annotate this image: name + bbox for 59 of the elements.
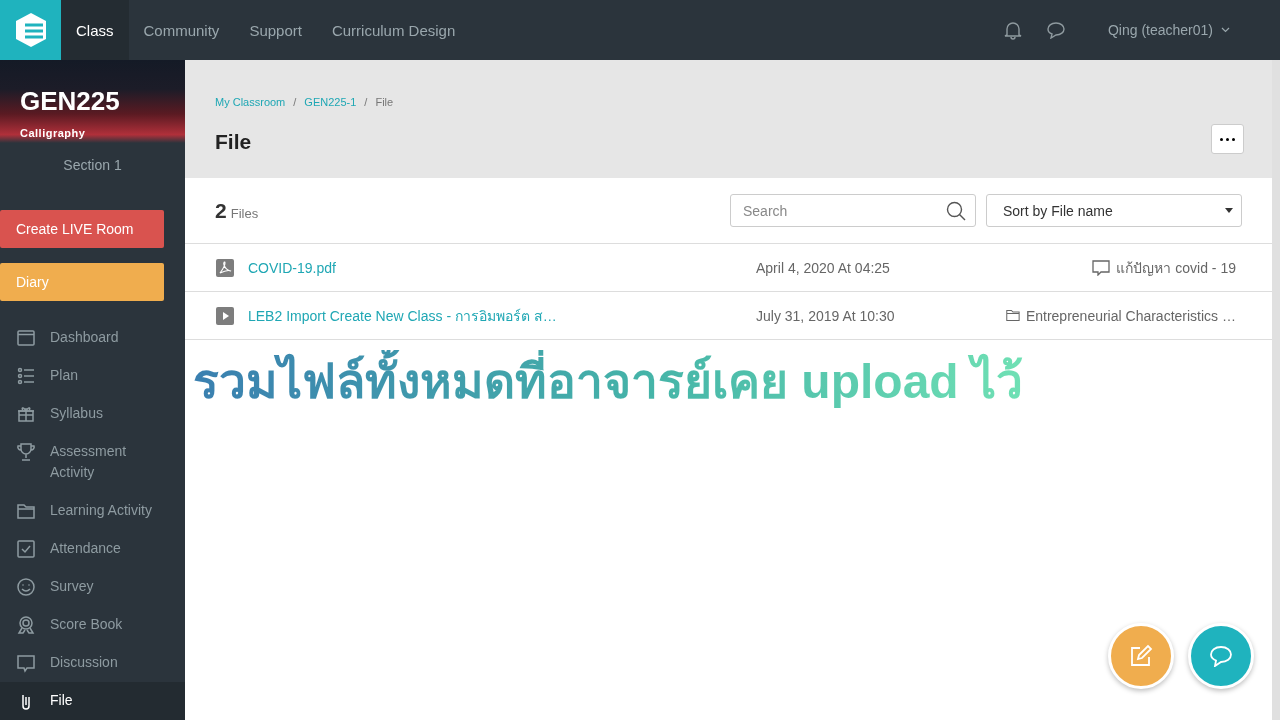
nav-tab[interactable]: Class — [61, 0, 129, 60]
sidebar-item[interactable]: Attendance — [0, 530, 185, 568]
course-code: GEN225 — [20, 86, 120, 117]
user-menu[interactable]: Qing (teacher01) — [1107, 22, 1230, 38]
pdf-file-icon — [216, 258, 234, 277]
sidebar-item[interactable]: Plan — [0, 357, 185, 395]
folder-icon — [16, 501, 36, 521]
rosette-icon — [16, 615, 36, 635]
gift-icon — [16, 404, 36, 424]
dashboard-icon — [16, 328, 36, 348]
sidebar-item[interactable]: Discussion — [0, 644, 185, 682]
more-button[interactable] — [1211, 124, 1244, 154]
breadcrumb-link[interactable]: My Classroom — [215, 96, 286, 108]
search-field[interactable]: Search — [730, 194, 976, 227]
sidebar-item[interactable]: File — [0, 682, 185, 720]
chat-icon[interactable] — [1045, 21, 1066, 39]
file-date: July 31, 2019 At 10:30 — [756, 307, 896, 324]
live-room-button[interactable]: Create LIVE Room — [0, 210, 164, 248]
sidebar-item[interactable]: Score Book — [0, 606, 185, 644]
course-name: Calligraphy — [20, 127, 86, 139]
breadcrumb-link[interactable]: GEN225-1 — [304, 96, 357, 108]
chevron-down-icon — [1221, 27, 1230, 33]
chat-icon — [1209, 645, 1233, 667]
smiley-icon — [16, 577, 36, 597]
file-link[interactable]: LEB2 Import Create New Class - การอิมพอร์ต ส… — [248, 304, 756, 327]
nav-tab[interactable]: Curriculum Design — [316, 0, 471, 60]
breadcrumb-current: File — [375, 96, 394, 108]
sidebar-item[interactable]: Learning Activity — [0, 492, 185, 530]
chat-fab[interactable] — [1188, 623, 1254, 689]
speech-bubble-icon — [16, 653, 36, 673]
list-icon — [16, 366, 36, 386]
file-link[interactable]: COVID-19.pdf — [248, 259, 756, 276]
section-label: Section 1 — [63, 157, 122, 173]
trophy-icon — [16, 442, 36, 462]
nav-tab[interactable]: Support — [234, 0, 317, 60]
page-title: File — [215, 130, 252, 154]
bell-icon[interactable] — [1003, 20, 1022, 40]
sidebar-item[interactable]: Dashboard — [0, 319, 185, 357]
breadcrumb-separator: / — [293, 96, 297, 108]
file-date: April 4, 2020 At 04:25 — [756, 259, 891, 276]
file-count-label: Files — [230, 205, 259, 221]
sidebar-item[interactable]: Survey — [0, 568, 185, 606]
search-icon[interactable] — [946, 201, 966, 221]
ellipsis-icon — [1220, 137, 1235, 141]
sort-dropdown[interactable]: Sort by File name — [986, 194, 1242, 227]
file-location[interactable]: Entrepreneurial Characteristics … — [1025, 307, 1236, 324]
nav-tab[interactable]: Community — [128, 0, 235, 60]
file-count: 2 — [215, 198, 227, 223]
app-logo[interactable] — [0, 0, 61, 60]
dropdown-arrow-icon — [1225, 208, 1233, 213]
breadcrumb-separator: / — [364, 96, 368, 108]
checkbox-icon — [16, 539, 36, 559]
video-file-icon — [216, 306, 234, 325]
file-location[interactable]: แก้ปัญหา covid - 19 — [1116, 256, 1236, 279]
sidebar-item[interactable]: Syllabus — [0, 395, 185, 433]
pencil-edit-icon — [1129, 644, 1153, 668]
speech-bubble-icon — [1092, 259, 1111, 276]
folder-icon — [1006, 307, 1020, 324]
sidebar-item[interactable]: Assessment Activity — [0, 433, 185, 492]
